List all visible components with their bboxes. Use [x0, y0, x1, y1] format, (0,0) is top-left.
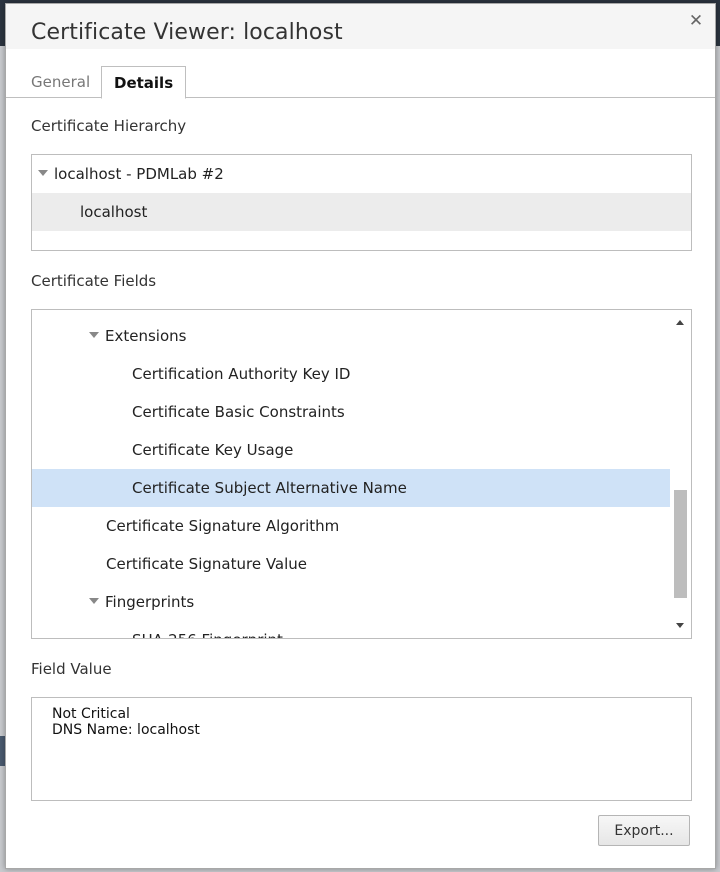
tree-item[interactable]: Certificate Signature Value: [32, 545, 670, 583]
tree-item-label: Certificate Signature Value: [106, 555, 308, 573]
tab-bar: General Details: [6, 66, 715, 99]
tree-item[interactable]: SHA-256 Fingerprint: [32, 621, 670, 638]
tree-item-label: localhost - PDMLab #2: [54, 165, 224, 183]
tree-item-label: SHA-256 Fingerprint: [132, 631, 283, 638]
triangle-down-icon[interactable]: [38, 169, 48, 176]
field-value-label: Field Value: [31, 660, 112, 678]
tree-item-selected[interactable]: localhost: [32, 193, 691, 231]
tree-item[interactable]: Certification Authority Key ID: [32, 355, 670, 393]
tree-item-label: Certification Authority Key ID: [132, 365, 351, 383]
triangle-down-icon[interactable]: [89, 597, 99, 604]
tree-item-extensions[interactable]: Extensions: [32, 317, 670, 355]
vertical-scrollbar[interactable]: [671, 310, 691, 638]
scrollbar-thumb[interactable]: [674, 490, 687, 598]
tree-item[interactable]: Certificate Signature Algorithm: [32, 507, 670, 545]
tree-item-label: Extensions: [105, 327, 187, 345]
arrow-up-icon[interactable]: [676, 320, 684, 325]
tree-item-label: Certificate Signature Algorithm: [106, 517, 340, 535]
tree-item-root[interactable]: localhost - PDMLab #2: [32, 155, 691, 193]
certificate-fields-tree: Extensions Certification Authority Key I…: [31, 309, 692, 639]
tree-item-fingerprints[interactable]: Fingerprints: [32, 583, 670, 621]
triangle-down-icon[interactable]: [89, 331, 99, 338]
tree-item-label: Certificate Basic Constraints: [132, 403, 345, 421]
tree-item-label: localhost: [80, 203, 148, 221]
tree-item-label: Certificate Subject Alternative Name: [132, 479, 407, 497]
arrow-down-icon[interactable]: [676, 623, 684, 628]
close-icon[interactable]: ✕: [687, 12, 705, 30]
certificate-hierarchy-label: Certificate Hierarchy: [31, 117, 187, 135]
title-bar: Certificate Viewer: localhost ✕: [6, 4, 715, 49]
certificate-hierarchy-tree: localhost - PDMLab #2 localhost: [31, 154, 692, 251]
certificate-viewer-dialog: Certificate Viewer: localhost ✕ General …: [5, 3, 716, 869]
tab-details[interactable]: Details: [101, 66, 187, 99]
tree-item-label: Fingerprints: [105, 593, 195, 611]
tree-item[interactable]: Certificate Basic Constraints: [32, 393, 670, 431]
tree-item-selected[interactable]: Certificate Subject Alternative Name: [32, 469, 670, 507]
export-button[interactable]: Export...: [598, 815, 690, 846]
dialog-title: Certificate Viewer: localhost: [31, 20, 343, 45]
field-value-text: Not Critical DNS Name: localhost: [52, 706, 200, 738]
tree-item-label: Certificate Key Usage: [132, 441, 294, 459]
field-value-box[interactable]: Not Critical DNS Name: localhost: [31, 697, 692, 801]
tab-general[interactable]: General: [19, 66, 102, 99]
tree-item[interactable]: Certificate Key Usage: [32, 431, 670, 469]
fields-list: Extensions Certification Authority Key I…: [32, 310, 670, 638]
certificate-fields-label: Certificate Fields: [31, 272, 157, 290]
